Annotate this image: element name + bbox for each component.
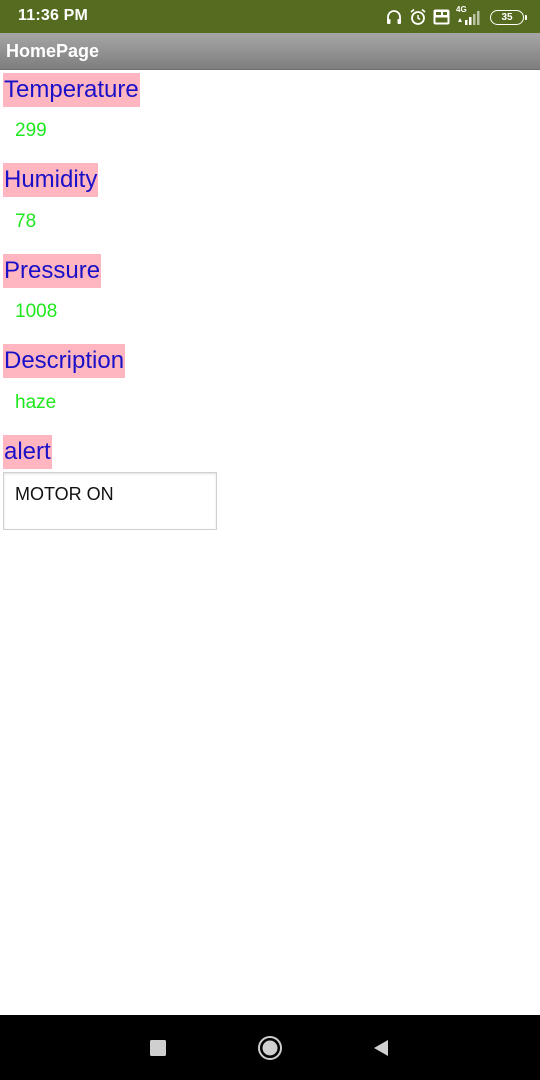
headphones-icon [385,8,403,26]
description-value: haze [15,392,57,413]
pressure-value: 1008 [15,301,58,322]
status-time: 11:36 PM [18,7,89,24]
signal-icon: 4G [456,5,484,26]
title-bar: HomePage [0,33,540,70]
temperature-value: 299 [15,120,47,141]
humidity-value: 78 [15,211,37,232]
home-circle-icon[interactable] [257,1035,283,1061]
recents-square-icon[interactable] [145,1035,171,1061]
status-bar: 11:36 PM 4G 35 [0,0,540,33]
alarm-icon [409,8,427,26]
description-label: Description [3,344,126,378]
volte-icon [433,9,450,25]
battery-icon: 35 [490,9,527,25]
humidity-label: Humidity [3,163,99,197]
battery-level: 35 [501,11,513,23]
alert-text: MOTOR ON [15,484,114,504]
back-triangle-icon[interactable] [368,1035,394,1061]
pressure-label: Pressure [3,254,102,288]
temperature-label: Temperature [3,73,140,107]
page-title: HomePage [6,41,100,61]
navigation-bar [0,1015,540,1080]
alert-label: alert [3,435,52,469]
status-icons: 4G 35 [385,5,527,28]
alert-box[interactable]: MOTOR ON [3,472,217,530]
